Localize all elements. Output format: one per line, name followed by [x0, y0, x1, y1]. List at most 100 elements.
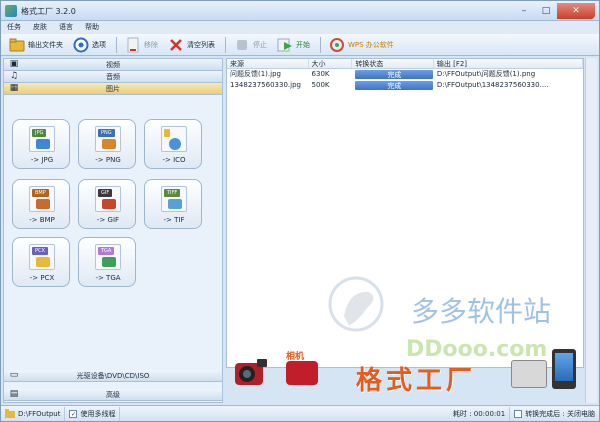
format-pcx-button[interactable]: PCX -> PCX — [12, 237, 70, 287]
status-cell: 完成 — [352, 69, 434, 80]
multithread-label: 使用多线程 — [80, 409, 116, 418]
pda-icon — [511, 360, 547, 388]
category-panel: ▣ 视频 ♫ 音频 ▦ 图片 JPG -> JPG PNG -> PNG -> … — [3, 58, 223, 403]
advanced-icon: ▤ — [9, 389, 19, 399]
image-art — [102, 139, 116, 149]
stop-label: 停止 — [253, 40, 267, 49]
output-folder-status[interactable]: D:\FFOutput — [1, 406, 66, 421]
task-table-header: 来源 大小 转换状态 输出 [F2] — [227, 59, 583, 69]
format-tag: JPG — [32, 129, 47, 137]
music-icon: ♫ — [9, 71, 19, 81]
start-button[interactable]: 开始 — [277, 35, 310, 55]
format-tag: TGA — [98, 247, 115, 255]
start-label: 开始 — [296, 40, 310, 49]
png-file-icon: PNG — [95, 126, 121, 152]
title-bar: 格式工厂 3.2.0 – □ ✕ — [1, 1, 599, 21]
format-jpg-button[interactable]: JPG -> JPG — [12, 119, 70, 169]
options-icon — [73, 37, 89, 53]
image-art — [102, 199, 116, 209]
output-folder-button[interactable]: 输出文件夹 — [9, 35, 63, 55]
format-label: -> JPG — [30, 156, 54, 164]
column-size[interactable]: 大小 — [309, 59, 353, 68]
after-convert-option[interactable]: 转换完成后 : 关闭电脑 — [510, 407, 599, 421]
minimize-button[interactable]: – — [513, 3, 535, 19]
format-tag: BMP — [32, 189, 49, 197]
maximize-button[interactable]: □ — [535, 3, 557, 19]
output-cell: D:\FFOutput\1348237560330.... — [436, 81, 549, 89]
remove-button[interactable]: 移除 — [125, 35, 158, 55]
status-bar: D:\FFOutput ✓ 使用多线程 耗时 : 00:00:01 转换完成后 … — [1, 405, 599, 421]
after-convert-checkbox[interactable] — [514, 409, 523, 418]
format-tga-button[interactable]: TGA -> TGA — [78, 237, 136, 287]
phone-icon — [552, 349, 576, 389]
image-art — [36, 199, 50, 209]
format-bmp-button[interactable]: BMP -> BMP — [12, 179, 70, 229]
column-status[interactable]: 转换状态 — [352, 59, 434, 68]
options-label: 选项 — [92, 40, 106, 49]
options-button[interactable]: 选项 — [73, 35, 106, 55]
bmp-file-icon: BMP — [29, 186, 55, 212]
wps-icon — [329, 37, 345, 53]
video-icon: ▣ — [9, 59, 19, 69]
image-format-grid: JPG -> JPG PNG -> PNG -> ICO BMP -> BMP … — [12, 119, 212, 359]
toolbar-divider — [225, 36, 226, 53]
banner-title: 格式工厂 — [356, 366, 477, 396]
vertical-scrollbar[interactable] — [585, 58, 597, 403]
format-tif-button[interactable]: TIFF -> TIF — [144, 179, 202, 229]
disc-drive-icon: ▭ — [9, 370, 19, 380]
table-row[interactable]: 问题反馈(1).jpg 630K 完成 D:\FFOutput\问题反馈(1).… — [227, 69, 583, 80]
folder-icon — [9, 37, 25, 53]
format-tag — [164, 129, 170, 137]
category-rom-device[interactable]: ▭ 光驱设备\DVD\CD\ISO — [4, 370, 222, 382]
output-folder-label: 输出文件夹 — [28, 40, 63, 49]
image-art — [36, 257, 50, 267]
close-button[interactable]: ✕ — [557, 3, 595, 19]
column-source[interactable]: 来源 — [227, 59, 309, 68]
window-controls: – □ ✕ — [513, 3, 595, 19]
status-badge: 完成 — [355, 70, 434, 79]
source-cell: 1348237560330.jpg — [230, 81, 301, 89]
format-tag: TIFF — [164, 189, 181, 197]
multithread-option[interactable]: ✓ 使用多线程 — [65, 406, 121, 421]
format-tag: PCX — [32, 247, 48, 255]
format-label: -> PCX — [29, 274, 55, 282]
clear-list-label: 清空列表 — [187, 40, 215, 49]
stop-button[interactable]: 停止 — [234, 35, 267, 55]
format-label: -> TGA — [95, 274, 121, 282]
menu-language[interactable]: 语言 — [59, 21, 73, 34]
image-art — [168, 199, 182, 209]
jpg-file-icon: JPG — [29, 126, 55, 152]
category-image[interactable]: ▦ 图片 — [4, 83, 222, 95]
camera-icon — [286, 361, 318, 385]
window-title: 格式工厂 3.2.0 — [21, 7, 76, 16]
menu-bar: 任务 皮肤 语言 帮助 — [1, 21, 599, 34]
info-icon — [169, 138, 181, 150]
clear-icon — [168, 37, 184, 53]
app-window: 格式工厂 3.2.0 – □ ✕ 任务 皮肤 语言 帮助 输出文件夹 选项 移除… — [0, 0, 600, 422]
clear-list-button[interactable]: 清空列表 — [168, 35, 215, 55]
format-png-button[interactable]: PNG -> PNG — [78, 119, 136, 169]
format-ico-button[interactable]: -> ICO — [144, 119, 202, 169]
table-row[interactable]: 1348237560330.jpg 500K 完成 D:\FFOutput\13… — [227, 80, 583, 91]
format-gif-button[interactable]: GIF -> GIF — [78, 179, 136, 229]
phone-screen — [555, 353, 573, 381]
menu-help[interactable]: 帮助 — [85, 21, 99, 34]
format-label: -> TIF — [163, 216, 185, 224]
category-video[interactable]: ▣ 视频 — [4, 59, 222, 71]
column-output[interactable]: 输出 [F2] — [434, 59, 583, 68]
category-rom-label: 光驱设备\DVD\CD\ISO — [76, 372, 150, 380]
category-video-label: 视频 — [106, 61, 120, 69]
stop-icon — [234, 37, 250, 53]
status-cell: 完成 — [352, 80, 434, 91]
camcorder-icon — [235, 359, 267, 385]
category-advanced[interactable]: ▤ 高级 — [4, 389, 222, 401]
category-audio[interactable]: ♫ 音频 — [4, 71, 222, 83]
multithread-checkbox[interactable]: ✓ — [69, 409, 78, 418]
image-icon: ▦ — [9, 83, 19, 93]
source-cell: 问题反馈(1).jpg — [230, 70, 281, 78]
menu-skin[interactable]: 皮肤 — [33, 21, 47, 34]
format-tag: PNG — [98, 129, 115, 137]
elapsed-time: 耗时 : 00:00:01 — [449, 406, 511, 421]
wps-button[interactable]: WPS 办公软件 — [329, 35, 394, 55]
menu-task[interactable]: 任务 — [7, 21, 21, 34]
